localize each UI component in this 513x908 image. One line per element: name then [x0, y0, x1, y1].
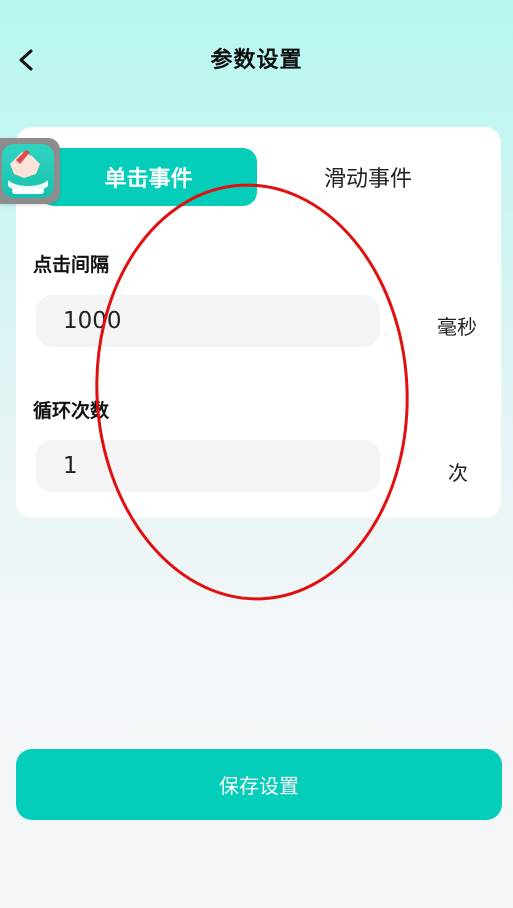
- header: 参数设置: [0, 0, 513, 120]
- save-settings-button[interactable]: 保存设置: [16, 749, 502, 820]
- app-icon: [2, 144, 54, 198]
- settings-card: 单击事件 滑动事件 点击间隔 1000 毫秒 循环次数 1 次: [16, 127, 501, 518]
- tab-click-event[interactable]: 单击事件: [40, 148, 257, 206]
- click-interval-label: 点击间隔: [33, 254, 110, 276]
- click-interval-unit: 毫秒: [437, 315, 477, 339]
- loop-count-label: 循环次数: [33, 400, 110, 422]
- tab-swipe-event[interactable]: 滑动事件: [276, 148, 460, 206]
- floating-app-icon[interactable]: [0, 138, 60, 204]
- click-interval-input[interactable]: 1000: [36, 295, 380, 347]
- loop-count-unit: 次: [448, 461, 468, 485]
- page-title: 参数设置: [210, 48, 303, 73]
- loop-count-input[interactable]: 1: [36, 440, 380, 492]
